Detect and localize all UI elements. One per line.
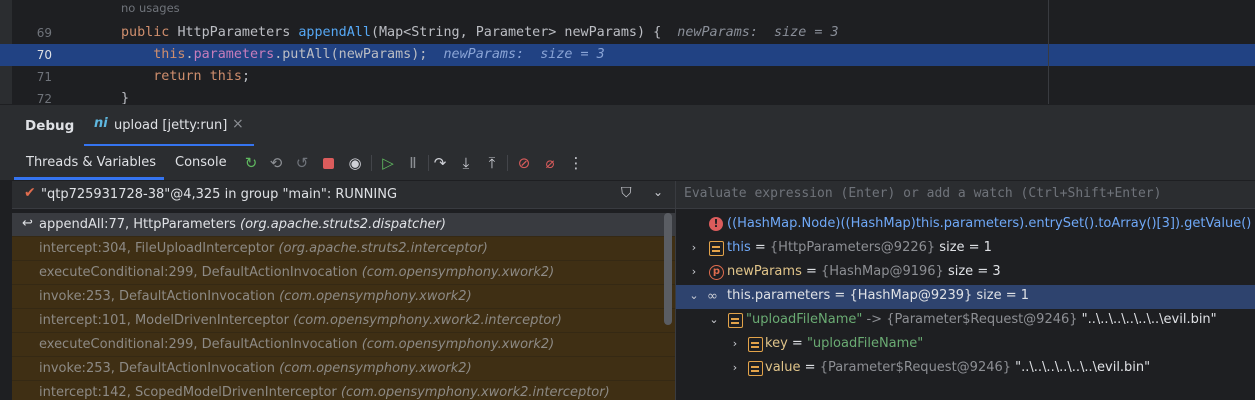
tab-console[interactable]: Console (164, 146, 234, 180)
stop-restart-icon[interactable]: ↺ (291, 152, 313, 174)
close-icon[interactable]: × (232, 116, 244, 132)
variable-label: newParams = {HashMap@9196} size = 3 (727, 264, 1001, 279)
toolbar-separator (507, 155, 508, 171)
frame-label: intercept:142, ScopedModelDrivenIntercep… (39, 385, 610, 400)
code-line[interactable]: 72} (0, 88, 1255, 104)
variables-panel: Evaluate expression (Enter) or add a wat… (676, 181, 1255, 400)
code-text[interactable]: public HttpParameters appendAll(Map<Stri… (121, 22, 839, 44)
field-icon (709, 241, 724, 256)
frames-scrollbar[interactable] (664, 213, 672, 325)
frame-label: appendAll:77, HttpParameters (org.apache… (39, 217, 446, 232)
stack-frame[interactable]: intercept:142, ScopedModelDrivenIntercep… (12, 381, 675, 400)
restart-icon[interactable]: ⟲ (265, 152, 287, 174)
thread-label: "qtp725931728-38"@4,325 in group "main":… (41, 187, 398, 202)
variable-row-entry[interactable]: ⌄ "uploadFileName" -> {Parameter$Request… (676, 309, 1255, 333)
code-text[interactable]: } (121, 88, 129, 104)
toolbar-separator (371, 155, 372, 171)
code-line[interactable]: 70 this.parameters.putAll(newParams); ne… (0, 44, 1255, 66)
thread-selector[interactable]: ✔ "qtp725931728-38"@4,325 in group "main… (12, 181, 675, 209)
stack-frame[interactable]: executeConditional:299, DefaultActionInv… (12, 261, 675, 285)
pause-icon[interactable]: Ⅱ (402, 152, 424, 174)
thread-check-icon: ✔ (24, 185, 36, 201)
debug-tabbar: Threads & Variables Console ↻ ⟲ ↺ ◉ ▷ Ⅱ … (0, 146, 1255, 180)
frame-label: intercept:101, ModelDrivenInterceptor (c… (39, 313, 562, 328)
collapse-arrow-icon[interactable]: ⌄ (708, 313, 720, 326)
code-text[interactable]: this.parameters.putAll(newParams); newPa… (121, 44, 605, 66)
variable-label: this = {HttpParameters@9226} size = 1 (727, 240, 992, 255)
stack-frame[interactable]: ↩ appendAll:77, HttpParameters (org.apach… (12, 213, 675, 237)
variable-row-this[interactable]: › this = {HttpParameters@9226} size = 1 (676, 237, 1255, 261)
frame-label: executeConditional:299, DefaultActionInv… (39, 265, 555, 280)
field-icon (728, 313, 743, 328)
session-tab[interactable]: ni upload [jetty:run] × (84, 105, 254, 147)
stack-frame[interactable]: invoke:253, DefaultActionInvocation (com… (12, 285, 675, 309)
frame-label: intercept:304, FileUploadInterceptor (or… (39, 241, 488, 256)
frame-label: invoke:253, DefaultActionInvocation (com… (39, 361, 472, 376)
session-tab-label: upload [jetty:run] (114, 118, 228, 133)
clear-breakpoints-icon[interactable]: ⌀ (539, 152, 561, 174)
mute-breakpoints-icon[interactable]: ⊘ (513, 152, 535, 174)
step-into-icon[interactable]: ⤓ (455, 152, 477, 174)
jetty-icon: ni (94, 116, 108, 131)
stack-frame[interactable]: invoke:253, DefaultActionInvocation (com… (12, 357, 675, 381)
variable-row-value[interactable]: › value = {Parameter$Request@9246} "..\.… (676, 357, 1255, 381)
variable-row-newparams[interactable]: › p newParams = {HashMap@9196} size = 3 (676, 261, 1255, 285)
more-icon[interactable]: ⋮ (565, 152, 587, 174)
expand-arrow-icon[interactable]: › (729, 337, 741, 350)
filter-icon[interactable]: ⛉ (621, 185, 632, 201)
stop-icon[interactable] (317, 152, 339, 174)
field-icon (748, 361, 763, 376)
line-number[interactable]: 71 (12, 66, 52, 88)
variable-row-key[interactable]: › key = "uploadFileName" (676, 333, 1255, 357)
line-number[interactable]: 70 (12, 44, 52, 66)
stack-frame[interactable]: intercept:304, FileUploadInterceptor (or… (12, 237, 675, 261)
view-breakpoints-icon[interactable]: ◉ (344, 152, 366, 174)
tab-threads-variables-label: Threads & Variables (26, 155, 157, 170)
chevron-down-icon[interactable]: ⌄ (653, 185, 663, 199)
frame-list[interactable]: ↩ appendAll:77, HttpParameters (org.apach… (12, 213, 675, 400)
field-icon (748, 337, 763, 352)
code-line[interactable]: 69 public HttpParameters appendAll(Map<St… (0, 22, 1255, 44)
variable-label: key = "uploadFileName" (765, 336, 924, 351)
error-icon: ! (709, 217, 723, 231)
error-expression: ((HashMap.Node)((HashMap)this.parameters… (727, 216, 1255, 231)
parameter-icon: p (709, 265, 724, 280)
frame-label: executeConditional:299, DefaultActionInv… (39, 337, 555, 352)
watch-icon: ∞ (707, 289, 718, 304)
usages-hint[interactable]: no usages (121, 1, 180, 15)
resume-icon[interactable]: ▷ (377, 152, 399, 174)
current-frame-icon: ↩ (22, 216, 33, 231)
expand-arrow-icon[interactable]: › (729, 361, 741, 374)
step-out-icon[interactable]: ⤒ (481, 152, 503, 174)
frames-panel: ✔ "qtp725931728-38"@4,325 in group "main… (12, 181, 675, 400)
step-over-icon[interactable]: ↷ (429, 152, 451, 174)
code-editor[interactable]: no usages 69 public HttpParameters append… (0, 0, 1255, 104)
collapse-arrow-icon[interactable]: ⌄ (688, 289, 700, 302)
debug-tool-window-header: Debug ni upload [jetty:run] × (0, 104, 1255, 147)
rerun-icon[interactable]: ↻ (240, 152, 262, 174)
code-line[interactable]: 71 return this; (0, 66, 1255, 88)
stack-frame[interactable]: executeConditional:299, DefaultActionInv… (12, 333, 675, 357)
code-text[interactable]: return this; (121, 66, 250, 88)
evaluate-expression-field[interactable]: Evaluate expression (Enter) or add a wat… (676, 181, 1255, 209)
stack-frame[interactable]: intercept:101, ModelDrivenInterceptor (c… (12, 309, 675, 333)
variable-label: "uploadFileName" -> {Parameter$Request@9… (746, 312, 1217, 327)
evaluate-placeholder: Evaluate expression (Enter) or add a wat… (684, 186, 1162, 201)
tab-console-label: Console (175, 155, 227, 170)
right-margin-guide (1048, 0, 1049, 104)
tab-threads-variables[interactable]: Threads & Variables (14, 146, 164, 180)
variable-row-parameters[interactable]: ⌄ ∞ this.parameters = {HashMap@9239} siz… (676, 285, 1255, 309)
frame-label: invoke:253, DefaultActionInvocation (com… (39, 289, 472, 304)
tool-window-title: Debug (25, 118, 75, 134)
line-number[interactable]: 69 (12, 22, 52, 44)
variable-label: this.parameters = {HashMap@9239} size = … (727, 288, 1030, 303)
line-number[interactable]: 72 (12, 88, 52, 104)
variable-row-error[interactable]: ! ((HashMap.Node)((HashMap)this.paramete… (676, 213, 1255, 237)
expand-arrow-icon[interactable]: › (688, 241, 700, 254)
expand-arrow-icon[interactable]: › (688, 265, 700, 278)
variable-label: value = {Parameter$Request@9246} "..\..\… (765, 360, 1151, 375)
